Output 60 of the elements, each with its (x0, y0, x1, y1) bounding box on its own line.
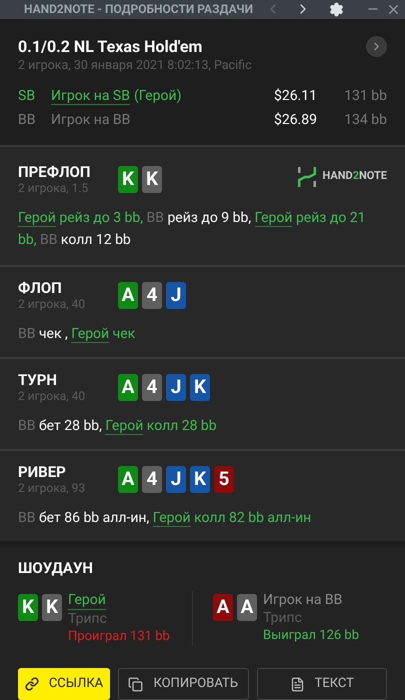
copy-button[interactable]: КОПИРОВАТЬ (118, 668, 248, 700)
playing-card: K (18, 594, 38, 621)
playing-card: A (118, 466, 138, 492)
player-name[interactable]: Игрок на SB (51, 88, 130, 104)
playing-card: A (237, 594, 257, 621)
hand-info: 2 игрока, 30 января 2021 8:02:13, Pacific (18, 56, 253, 75)
player-link[interactable]: Герой (105, 418, 144, 434)
showdown-title: ШОУДАУН (18, 558, 94, 578)
playing-card: K (142, 166, 162, 192)
playing-card: J (166, 466, 186, 492)
action-text: Герой рейз до 3 bb, BB рейз до 9 bb, Герой рейз до 21 bb, BB колл 12 bb (18, 208, 367, 250)
playing-card: 5 (214, 466, 234, 492)
next-hand-button[interactable] (366, 36, 387, 58)
result-text: Выиграл 126 bb (263, 627, 360, 645)
link-icon (24, 677, 39, 691)
playing-card: K (118, 166, 138, 192)
playing-card: K (42, 594, 62, 621)
hero-label: (Герой) (134, 86, 182, 106)
stack-bb: 131 bb (343, 86, 387, 106)
street-title: ПРЕФЛОП (18, 162, 92, 180)
stack-amount: $26.11 (274, 86, 317, 106)
playing-card: K (190, 466, 210, 492)
action-text: BB бет 28 bb, Герой колл 28 bb (18, 416, 218, 436)
player-name[interactable]: Герой (68, 591, 106, 610)
position-label: BB (18, 110, 36, 130)
street-title: ФЛОП (18, 278, 63, 296)
settings-icon[interactable] (329, 2, 344, 17)
playing-card: 4 (142, 374, 162, 400)
stack-amount: $26.89 (274, 110, 317, 130)
player-name: Игрок на BB (263, 591, 344, 609)
action-text: BB бет 86 bb алл-ин, Герой колл 82 bb алл-ин (18, 508, 312, 528)
player-link[interactable]: Герой (152, 510, 191, 526)
logo-text: HAND2NOTE (322, 168, 387, 184)
link-button[interactable]: ССЫЛКА (18, 668, 110, 700)
window-title: HAND2NOTE - ПОДРОБНОСТИ РАЗДАЧИ (24, 1, 254, 18)
playing-card: 4 (142, 282, 162, 308)
playing-card: J (166, 282, 186, 308)
hand-title: 0.1/0.2 NL Texas Hold'em (18, 36, 202, 58)
playing-card: A (213, 594, 233, 621)
player-name: Игрок на BB (51, 110, 130, 130)
position-label: SB (18, 86, 36, 106)
playing-card: J (166, 374, 186, 400)
playing-card: A (118, 374, 138, 400)
street-title: ТУРН (18, 370, 58, 388)
hand-rank: Трипс (68, 610, 108, 628)
playing-card: 4 (142, 466, 162, 492)
street-title: РИВЕР (18, 462, 67, 480)
document-icon (290, 676, 305, 692)
action-text: BB чек , Герой чек (18, 324, 136, 344)
logo-icon (296, 166, 317, 186)
player-link[interactable]: Герой (18, 210, 56, 226)
copy-icon (128, 676, 144, 692)
player-link[interactable]: Герой (254, 210, 292, 226)
text-button[interactable]: ТЕКСТ (256, 668, 387, 700)
stack-bb: 134 bb (343, 110, 387, 130)
playing-card: A (118, 282, 138, 308)
result-text: Проиграл 131 bb (68, 628, 170, 646)
player-link[interactable]: Герой (71, 326, 110, 342)
playing-card: K (190, 374, 210, 400)
hand-rank: Трипс (263, 609, 303, 627)
